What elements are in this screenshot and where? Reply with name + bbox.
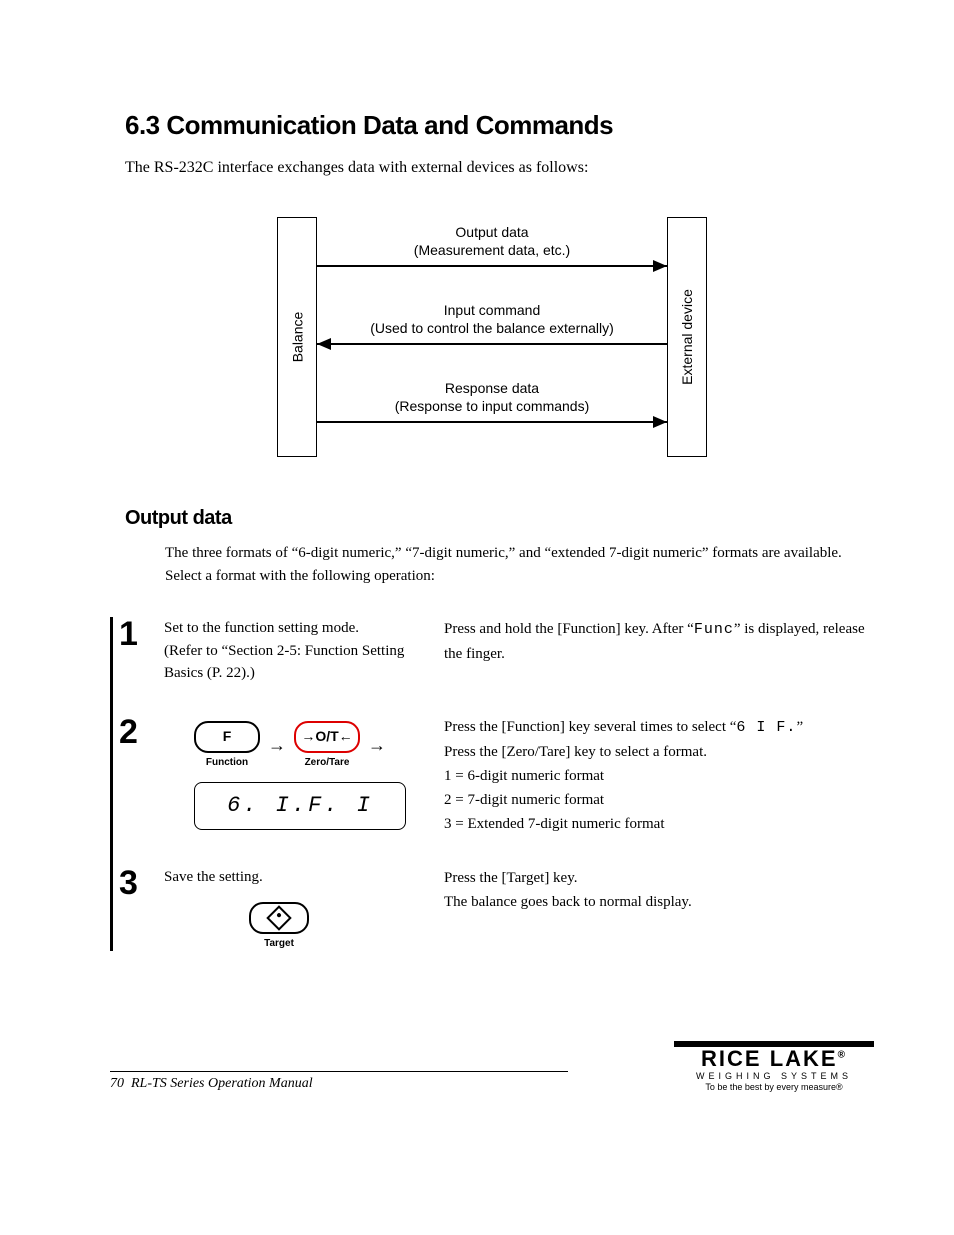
arrow-right-icon: → (368, 732, 386, 759)
step-1-left-a: Set to the function setting mode. (164, 617, 444, 640)
step-2: 2 F Function → →O/T← Zero/Tare → 6. I.F.… (113, 715, 874, 836)
diagram-balance-label: Balance (289, 312, 305, 363)
footer-left: 70 RL-TS Series Operation Manual (110, 1071, 568, 1092)
step-1: 1 Set to the function setting mode. (Ref… (113, 617, 874, 685)
lcd-display: 6. I.F. I (194, 782, 406, 830)
function-key-label: Function (206, 755, 248, 770)
function-key-face: F (194, 721, 260, 753)
step-number: 1 (113, 617, 164, 651)
zero-tare-key-label: Zero/Tare (305, 755, 350, 770)
section-heading: 6.3 Communication Data and Commands (125, 110, 874, 141)
step-3: 3 Save the setting. Target Press the [Ta… (113, 866, 874, 952)
step-2-right-a: Press the [Function] key several times t… (444, 719, 736, 735)
steps-list: 1 Set to the function setting mode. (Ref… (110, 617, 874, 951)
target-icon (266, 905, 291, 930)
arrow-right-icon (653, 260, 667, 272)
step-3-right-b: The balance goes back to normal display. (444, 890, 874, 914)
arrow-right-icon (653, 416, 667, 428)
footer-page-number: 70 (110, 1076, 124, 1091)
step-3-left-text: Save the setting. (164, 866, 444, 889)
subsection-heading: Output data (125, 507, 874, 530)
arrow-left-icon (317, 338, 331, 350)
logo-main-text: RICE LAKE® (674, 1049, 874, 1070)
step-2-right-e: 2 = 7-digit numeric format (444, 788, 874, 812)
target-key-face (249, 902, 309, 934)
step-2-right-d: 1 = 6-digit numeric format (444, 764, 874, 788)
diagram-row2-text1: Input command (317, 301, 667, 319)
step-1-left: Set to the function setting mode. (Refer… (164, 617, 444, 685)
step-1-right: Press and hold the [Function] key. After… (444, 617, 874, 666)
brand-logo: RICE LAKE® WEIGHING SYSTEMS To be the be… (674, 1041, 874, 1092)
function-key: F Function (194, 721, 260, 770)
step-2-right: Press the [Function] key several times t… (444, 715, 874, 836)
diagram-balance-box: Balance (277, 217, 317, 457)
zero-tare-key-face: →O/T← (294, 721, 360, 753)
diagram-row1-text1: Output data (317, 223, 667, 241)
intro-paragraph: The RS-232C interface exchanges data wit… (125, 159, 874, 177)
key-row: F Function → →O/T← Zero/Tare → (194, 721, 444, 770)
diagram-row2-text2: (Used to control the balance externally) (317, 319, 667, 337)
page-footer: 70 RL-TS Series Operation Manual RICE LA… (110, 1041, 874, 1092)
diagram-row3-text1: Response data (317, 379, 667, 397)
step-3-right: Press the [Target] key. The balance goes… (444, 866, 874, 914)
step-number: 3 (113, 866, 164, 900)
target-key-label: Target (264, 936, 294, 951)
diagram-external-label: External device (679, 289, 695, 385)
data-flow-diagram: Balance External device Output data (Mea… (277, 217, 707, 457)
logo-tagline: To be the best by every measure® (674, 1082, 874, 1092)
step-3-right-a: Press the [Target] key. (444, 866, 874, 890)
diagram-arrow-3 (317, 421, 667, 423)
diagram-arrow-1 (317, 265, 667, 267)
step-2-right-seg: 6 I F. (736, 719, 796, 736)
registered-icon: ® (838, 1050, 847, 1061)
diagram-external-box: External device (667, 217, 707, 457)
step-1-right-seg: Func (694, 621, 734, 638)
diagram-row3-text2: (Response to input commands) (317, 397, 667, 415)
step-3-left: Save the setting. Target (164, 866, 444, 952)
step-2-right-f: 3 = Extended 7-digit numeric format (444, 812, 874, 836)
step-1-right-a: Press and hold the [Function] key. After… (444, 621, 694, 637)
footer-manual-title: RL-TS Series Operation Manual (131, 1076, 313, 1091)
diagram-row1-text2: (Measurement data, etc.) (317, 241, 667, 259)
step-number: 2 (113, 715, 164, 749)
logo-name: RICE LAKE (701, 1046, 838, 1071)
logo-sub-text: WEIGHING SYSTEMS (674, 1071, 874, 1081)
step-1-left-b: (Refer to “Section 2-5: Function Setting… (164, 640, 444, 685)
step-2-right-b: ” (796, 719, 803, 735)
arrow-right-icon: → (268, 732, 286, 759)
subsection-body: The three formats of “6-digit numeric,” … (165, 542, 874, 587)
diagram-arrow-2 (317, 343, 667, 345)
zero-tare-key: →O/T← Zero/Tare (294, 721, 360, 770)
step-2-left: F Function → →O/T← Zero/Tare → 6. I.F. I (164, 715, 444, 830)
step-2-right-c: Press the [Zero/Tare] key to select a fo… (444, 740, 874, 764)
